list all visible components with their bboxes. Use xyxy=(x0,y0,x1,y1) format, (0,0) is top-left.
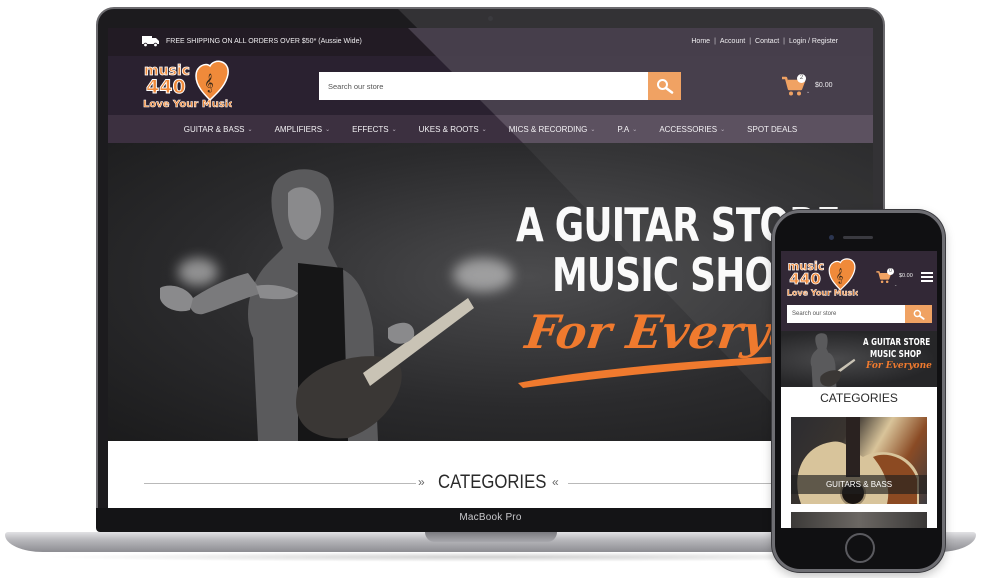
category-card-label: GUITARS & BASS xyxy=(791,475,927,494)
link-login-register[interactable]: Login / Register xyxy=(789,38,838,45)
chevron-down-icon: ⌄ xyxy=(632,126,638,133)
chevron-down-icon[interactable]: ⌄ xyxy=(806,89,810,95)
svg-text:𝄞: 𝄞 xyxy=(204,73,213,93)
truck-icon xyxy=(142,36,159,47)
search-input[interactable]: Search our store xyxy=(319,72,648,100)
main-nav: GUITAR & BASS ⌄ AMPLIFIERS ⌄ EFFECTS ⌄ UKES… xyxy=(108,115,873,143)
laptop-notch xyxy=(425,532,557,542)
music440-logo[interactable]: 𝄞 music 440 Love Your Music xyxy=(142,58,232,110)
link-account[interactable]: Account xyxy=(720,38,745,45)
hamburger-menu-icon[interactable] xyxy=(921,272,933,282)
double-chevron-right-icon: » xyxy=(418,475,425,489)
categories-title: CATEGORIES xyxy=(820,391,898,405)
hero-headline-1: A GUITAR STORE xyxy=(863,337,931,348)
search-icon xyxy=(913,309,925,320)
chevron-down-icon: ⌄ xyxy=(247,126,253,133)
hero-headline-2: MUSIC SHOP xyxy=(552,248,801,302)
mobile-website: 𝄞 music 440 Love Your Music 0 ⌄ $0.00 Se… xyxy=(781,251,937,528)
hero-headline-2: MUSIC SHOP xyxy=(870,349,922,360)
link-contact[interactable]: Contact xyxy=(755,38,779,45)
logo-tagline: Love Your Music xyxy=(143,99,232,110)
chevron-down-icon: ⌄ xyxy=(391,126,397,133)
hero-headline-3: For Everyone xyxy=(866,361,932,371)
chevron-down-icon: ⌄ xyxy=(481,126,487,133)
nav-item-spot-deals[interactable]: SPOT DEALS xyxy=(736,125,808,134)
link-home[interactable]: Home xyxy=(691,38,710,45)
laptop-camera xyxy=(488,16,493,21)
shipping-banner-text: FREE SHIPPING ON ALL ORDERS OVER $50* (A… xyxy=(166,38,362,45)
search-button[interactable] xyxy=(648,72,681,100)
nav-label: SPOT DEALS xyxy=(747,124,798,134)
cart-total[interactable]: $0.00 xyxy=(815,82,833,89)
music440-logo[interactable]: 𝄞 music 440 Love Your Music xyxy=(786,256,858,298)
cart-count-badge: 0 xyxy=(887,268,894,275)
double-chevron-left-icon: « xyxy=(552,475,559,489)
nav-label: P.A xyxy=(617,124,630,134)
cart-total[interactable]: $0.00 xyxy=(899,273,913,279)
search-placeholder: Search our store xyxy=(328,81,384,91)
guitarist-image xyxy=(160,169,474,441)
nav-item-pa[interactable]: P.A ⌄ xyxy=(606,125,648,134)
nav-item-amplifiers[interactable]: AMPLIFIERS ⌄ xyxy=(264,125,342,134)
nav-label: EFFECTS xyxy=(352,124,389,134)
chevron-down-icon: ⌄ xyxy=(590,126,596,133)
link-separator: | xyxy=(749,38,752,45)
cart-count-badge: 2 xyxy=(797,74,806,83)
chevron-down-icon: ⌄ xyxy=(720,126,726,133)
logo-line2: 440 xyxy=(789,270,821,288)
search-icon xyxy=(656,79,673,94)
logo-tagline: Love Your Music xyxy=(787,288,858,297)
nav-item-guitar-bass[interactable]: GUITAR & BASS ⌄ xyxy=(173,125,264,134)
chevron-down-icon: ⌄ xyxy=(325,126,331,133)
categories-section: » CATEGORIES « xyxy=(108,441,873,508)
logo-line2: 440 xyxy=(146,76,186,98)
desktop-website: FREE SHIPPING ON ALL ORDERS OVER $50* (A… xyxy=(108,28,873,508)
nav-label: UKES & ROOTS xyxy=(418,124,479,134)
nav-label: GUITAR & BASS xyxy=(183,124,245,134)
nav-item-ukes-roots[interactable]: UKES & ROOTS ⌄ xyxy=(408,125,498,134)
phone-camera xyxy=(829,235,834,240)
divider-line xyxy=(144,483,416,484)
category-card-guitars-bass[interactable]: GUITARS & BASS xyxy=(791,417,927,504)
search-placeholder: Search our store xyxy=(792,311,837,317)
mobile-search-input[interactable]: Search our store xyxy=(787,305,905,323)
hero-banner[interactable]: A GUITAR STORE MUSIC SHOP For Everyone xyxy=(108,143,873,441)
mobile-hero-banner[interactable]: A GUITAR STORE MUSIC SHOP For Everyone xyxy=(781,331,937,387)
nav-item-accessories[interactable]: ACCESSORIES ⌄ xyxy=(648,125,736,134)
phone-speaker xyxy=(843,236,873,239)
nav-item-mics-recording[interactable]: MICS & RECORDING ⌄ xyxy=(498,125,607,134)
nav-label: MICS & RECORDING xyxy=(508,124,588,134)
mobile-search-button[interactable] xyxy=(905,305,932,323)
phone-home-button xyxy=(845,533,875,563)
categories-title: CATEGORIES xyxy=(438,472,547,493)
guitarist-image xyxy=(810,333,856,387)
category-card-next[interactable] xyxy=(791,512,927,528)
nav-label: ACCESSORIES xyxy=(659,124,718,134)
top-links: Home | Account | Contact | Login / Register xyxy=(691,38,838,45)
svg-text:𝄞: 𝄞 xyxy=(836,269,844,284)
nav-item-effects[interactable]: EFFECTS ⌄ xyxy=(341,125,407,134)
nav-label: AMPLIFIERS xyxy=(274,124,323,134)
link-separator: | xyxy=(714,38,716,45)
chevron-down-icon[interactable]: ⌄ xyxy=(894,282,897,287)
link-separator: | xyxy=(783,38,785,45)
